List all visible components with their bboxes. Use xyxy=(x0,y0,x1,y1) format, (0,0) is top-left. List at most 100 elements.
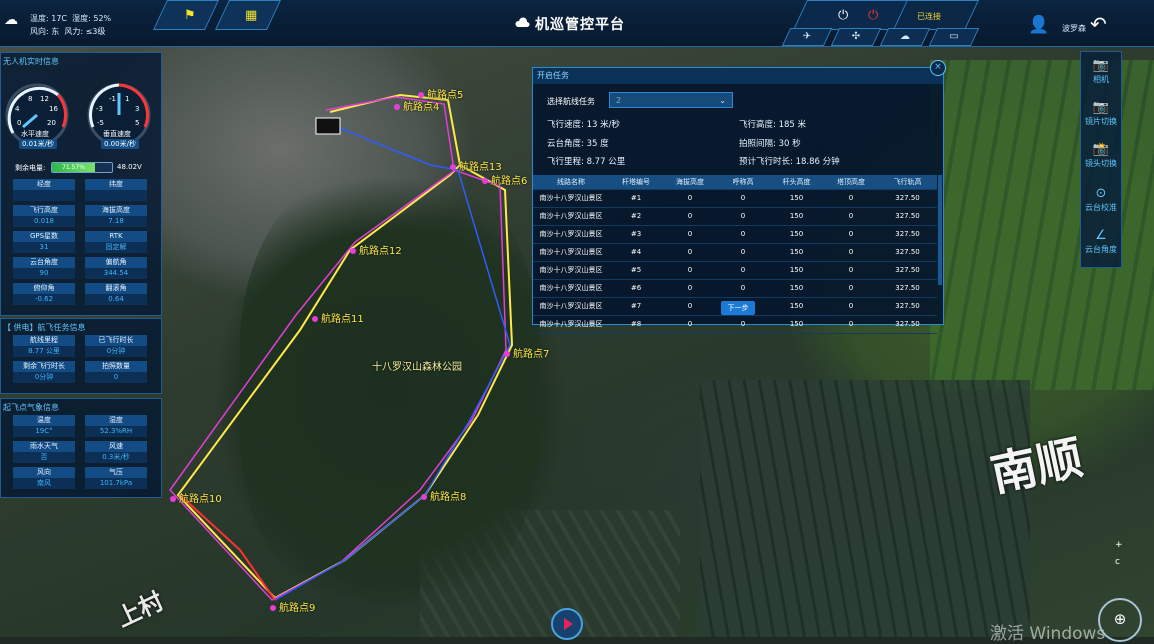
table-cell: 0 xyxy=(687,320,693,328)
battery-label: 剩余电量: xyxy=(15,164,46,172)
user-icon[interactable]: 👤 xyxy=(1028,15,1049,35)
table-cell: 南沙十八罗汉山景区 xyxy=(539,248,603,256)
section-title: 【 供电】航飞任务信息 xyxy=(3,323,86,332)
table-cell: 0 xyxy=(687,230,693,238)
top-bar: ☁ 温度: 17C 湿度: 52% 风向: 东 风力: ≤3级 ⚑ ▦ 机巡管控… xyxy=(0,0,1154,47)
info-cell-label: 偏航角 xyxy=(85,257,147,268)
svg-text:16: 16 xyxy=(49,105,58,113)
column-header: 海拔高度 xyxy=(676,178,704,186)
table-header: 线路名称 杆塔编号 海拔高度 呼称高 杆头高度 塔顶高度 飞行轨高 xyxy=(533,175,937,190)
zoom-in-button[interactable]: + xyxy=(1115,540,1123,550)
column-header: 塔顶高度 xyxy=(837,178,865,186)
gimbal-angle-button[interactable]: ∠ 云台角度 xyxy=(1081,228,1121,255)
section-title: 起飞点气象信息 xyxy=(3,403,59,412)
table-cell: 327.50 xyxy=(895,320,920,328)
info-cell-value: 52.3%RH xyxy=(85,426,147,437)
realtime-info-panel: 无人机实时信息 8 12 4 16 0 20 水平速度 0.01米/秒 -1 1… xyxy=(0,52,162,316)
page-title: 机巡管控平台 xyxy=(515,14,625,34)
waypoint-10[interactable]: 航路点10 xyxy=(170,490,222,505)
waypoint-13[interactable]: 航路点13 xyxy=(450,158,502,173)
info-cell: 拍照数量 0 xyxy=(85,361,147,384)
battery-voltage: 48.02V xyxy=(117,163,142,171)
play-button[interactable] xyxy=(551,608,583,640)
zoom-reset-button[interactable]: c xyxy=(1115,557,1120,567)
table-cell: 0 xyxy=(687,194,693,202)
cloud-icon: ☁ xyxy=(4,12,18,28)
table-scrollbar[interactable] xyxy=(938,175,942,285)
route-select[interactable]: 2 ⌄ xyxy=(609,92,733,108)
windows-watermark: 激活 Windows xyxy=(990,624,1106,644)
waypoint-5[interactable]: 航路点5 xyxy=(418,86,463,101)
info-cell-value: 南风 xyxy=(13,478,75,489)
tab-cloud[interactable]: ☁ xyxy=(879,28,931,46)
info-cell: 已飞行时长 0分钟 xyxy=(85,335,147,358)
dialog-title: 开启任务 xyxy=(533,68,943,84)
table-cell: 南沙十八罗汉山景区 xyxy=(539,194,603,202)
table-row[interactable]: 南沙十八罗汉山景区 #5 0 0 150 0 327.50 xyxy=(533,262,937,280)
table-row[interactable]: 南沙十八罗汉山景区 #6 0 0 150 0 327.50 xyxy=(533,280,937,298)
waypoint-8[interactable]: 航路点8 xyxy=(421,488,466,503)
svg-text:20: 20 xyxy=(47,119,56,127)
table-cell: #5 xyxy=(630,266,642,274)
table-cell: 150 xyxy=(789,302,804,310)
info-cell-value: 0 xyxy=(85,372,147,383)
info-cell-label: 航线里程 xyxy=(13,335,75,346)
gimbal-calibrate-button[interactable]: ⊙ 云台校准 xyxy=(1081,186,1121,213)
table-row[interactable]: 南沙十八罗汉山景区 #8 0 0 150 0 327.50 xyxy=(533,316,937,334)
table-cell: 150 xyxy=(789,248,804,256)
svg-text:-1: -1 xyxy=(109,95,116,103)
switch-image-button[interactable]: 📷 镜片切换 xyxy=(1081,100,1121,127)
info-cell: 剩余飞行时长 0分钟 xyxy=(13,361,75,384)
table-cell: 150 xyxy=(789,212,804,220)
table-cell: 327.50 xyxy=(895,266,920,274)
table-row[interactable]: 南沙十八罗汉山景区 #2 0 0 150 0 327.50 xyxy=(533,208,937,226)
waypoint-6[interactable]: 航路点6 xyxy=(482,172,527,187)
info-cell-value: 否 xyxy=(13,452,75,463)
info-cell: 俯仰角 -0.62 xyxy=(13,283,75,306)
table-cell: 327.50 xyxy=(895,248,920,256)
waypoint-9[interactable]: 航路点9 xyxy=(270,599,315,614)
tab-drone[interactable]: ✈ xyxy=(781,28,833,46)
table-row[interactable]: 南沙十八罗汉山景区 #1 0 0 150 0 327.50 xyxy=(533,190,937,208)
table-cell: 0 xyxy=(740,248,746,256)
table-row[interactable]: 南沙十八罗汉山景区 #3 0 0 150 0 327.50 xyxy=(533,226,937,244)
info-cell-value: -0.62 xyxy=(13,294,75,305)
table-cell: #2 xyxy=(630,212,642,220)
table-cell: 南沙十八罗汉山景区 xyxy=(539,320,603,328)
tab-plane[interactable]: ✣ xyxy=(830,28,882,46)
close-icon[interactable]: × xyxy=(930,60,946,76)
park-label: 十八罗汉山森林公园 xyxy=(372,362,462,373)
info-gimbal: 云台角度: 35 度 xyxy=(547,139,609,149)
power-icon[interactable]: ⏻ xyxy=(838,8,848,23)
user-name: 波罗森 xyxy=(1062,24,1086,33)
table-cell: 南沙十八罗汉山景区 xyxy=(539,266,603,274)
info-cell-value: 0.64 xyxy=(85,294,147,305)
info-cell-label: 拍照数量 xyxy=(85,361,147,372)
power-off-icon[interactable]: ⏻ xyxy=(868,8,878,23)
task-info-panel: 【 供电】航飞任务信息 航线里程 8.77 公里 已飞行时长 0分钟 剩余飞行时长 0分钟… xyxy=(0,318,162,394)
next-button[interactable]: 下一步 xyxy=(721,301,755,315)
waypoint-7[interactable]: 航路点7 xyxy=(504,345,549,360)
back-icon[interactable]: ↶ xyxy=(1090,12,1107,36)
flag-icon[interactable]: ⚑ xyxy=(184,8,196,23)
svg-text:5: 5 xyxy=(135,119,139,127)
table-cell: 0 xyxy=(740,284,746,292)
svg-text:4: 4 xyxy=(15,105,20,113)
info-cell-label: 飞行高度 xyxy=(13,205,75,216)
table-cell: #6 xyxy=(630,284,642,292)
camera-button[interactable]: 📷 相机 xyxy=(1081,58,1121,85)
table-row[interactable]: 南沙十八罗汉山景区 #4 0 0 150 0 327.50 xyxy=(533,244,937,262)
table-cell: 0 xyxy=(848,248,854,256)
tab-screen[interactable]: ▭ xyxy=(928,28,980,46)
info-cell-label: 俯仰角 xyxy=(13,283,75,294)
compass-icon[interactable]: ⊕ xyxy=(1098,598,1142,642)
waypoint-12[interactable]: 航路点12 xyxy=(350,242,402,257)
table-cell: 南沙十八罗汉山景区 xyxy=(539,302,603,310)
grid-icon[interactable]: ▦ xyxy=(245,8,257,23)
waypoint-11[interactable]: 航路点11 xyxy=(312,310,364,325)
start-task-dialog: 开启任务 × 选择航线任务 2 ⌄ 飞行速度: 13 米/秒 飞行高度: 185… xyxy=(532,60,946,334)
table-cell: 0 xyxy=(848,302,854,310)
lens-switch-button[interactable]: 📸 镜头切换 xyxy=(1081,142,1121,169)
info-height: 飞行高度: 185 米 xyxy=(739,120,806,130)
info-cell-value: 0.018 xyxy=(13,216,75,227)
